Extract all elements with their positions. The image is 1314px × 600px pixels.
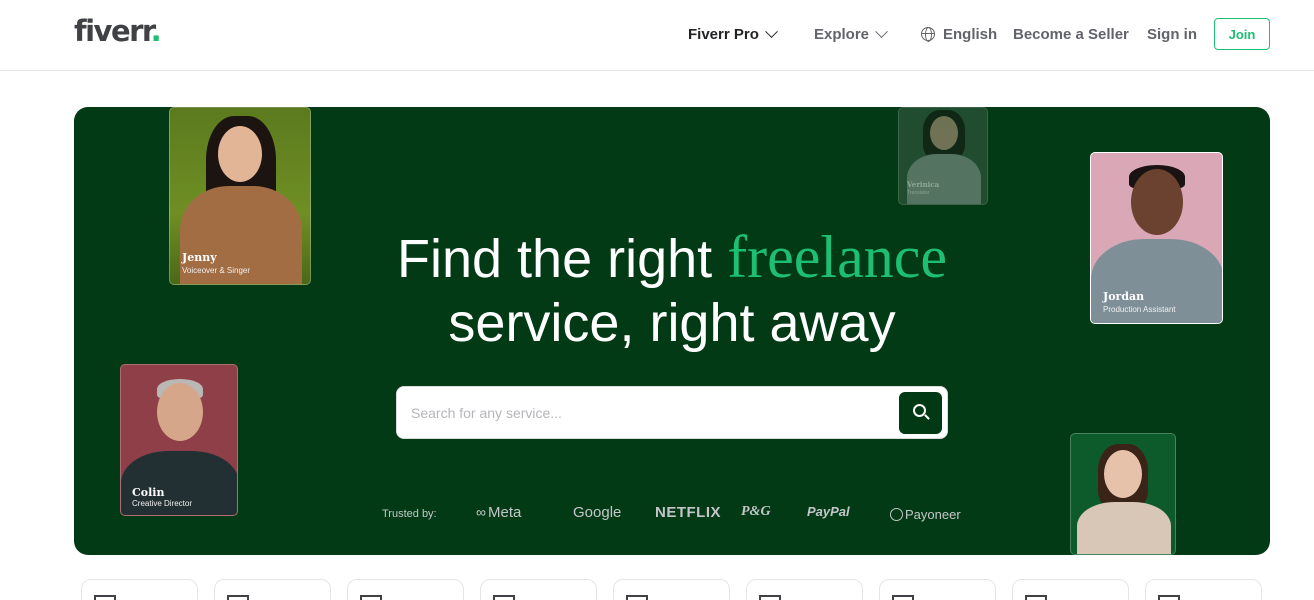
chevron-down-icon: [875, 24, 888, 38]
category-card[interactable]: [879, 579, 996, 600]
brand-logo-google: Google: [573, 504, 622, 521]
search-button[interactable]: [899, 392, 942, 434]
category-icon: [493, 595, 515, 600]
meta-infinity-icon: ∞: [476, 504, 486, 520]
category-icon: [892, 595, 914, 600]
language-selector[interactable]: English: [921, 24, 997, 44]
freelancer-name: Verinica: [907, 180, 940, 189]
explore-label: Explore: [814, 25, 870, 43]
explore-menu[interactable]: Explore: [814, 24, 888, 44]
category-icon: [360, 595, 382, 600]
category-icon: [759, 595, 781, 600]
category-icon: [1025, 595, 1047, 600]
category-card[interactable]: [613, 579, 730, 600]
category-icon: [94, 595, 116, 600]
trusted-by-label: Trusted by:: [382, 508, 437, 520]
payoneer-ring-icon: [890, 508, 903, 521]
category-card[interactable]: [746, 579, 863, 600]
chevron-down-icon: [765, 24, 778, 38]
fiverr-logo[interactable]: fiverr.: [74, 14, 162, 48]
freelancer-role: Translator: [907, 190, 930, 196]
category-icon: [626, 595, 648, 600]
brand-logo-meta: ∞ Meta: [476, 504, 522, 521]
globe-icon: [921, 27, 935, 42]
category-card[interactable]: [81, 579, 198, 600]
search-input[interactable]: [411, 401, 881, 425]
become-seller-link[interactable]: Become a Seller: [1013, 24, 1129, 44]
freelancer-card-verinica: Verinica Translator: [898, 107, 988, 205]
category-card[interactable]: [1145, 579, 1262, 600]
category-card[interactable]: [480, 579, 597, 600]
brand-logo-paypal: PayPal: [807, 504, 850, 519]
brand-logo-pg: P&G: [741, 504, 771, 519]
fiverr-pro-menu[interactable]: Fiverr Pro: [688, 24, 778, 44]
category-icon: [1158, 595, 1180, 600]
freelancer-name: Colin: [132, 486, 165, 499]
category-card[interactable]: [347, 579, 464, 600]
sign-in-link[interactable]: Sign in: [1147, 24, 1197, 44]
top-navbar: fiverr. Fiverr Pro Explore English Becom…: [0, 0, 1314, 71]
freelancer-card-photo: [1070, 433, 1176, 555]
headline-line-2: service, right away: [448, 293, 896, 353]
language-label: English: [943, 25, 998, 43]
hero-headline: Find the right freelance service, right …: [74, 225, 1270, 355]
headline-accent: freelance: [727, 224, 947, 290]
brand-logo-netflix: NETFLIX: [655, 504, 721, 521]
brand-logo-payoneer: Payoneer: [890, 507, 961, 522]
category-icon: [227, 595, 249, 600]
freelancer-card-colin: Colin Creative Director: [120, 364, 238, 516]
freelancer-role: Creative Director: [132, 499, 193, 508]
headline-line-1: Find the right freelance: [74, 225, 1270, 291]
join-button[interactable]: Join: [1214, 18, 1270, 50]
search-bar: [396, 386, 948, 439]
fiverr-pro-label: Fiverr Pro: [688, 25, 759, 43]
category-card[interactable]: [1012, 579, 1129, 600]
headline-prefix: Find the right: [397, 229, 713, 289]
hero-banner: Jenny Voiceover & Singer Verinica Transl…: [74, 107, 1270, 555]
category-card[interactable]: [214, 579, 331, 600]
